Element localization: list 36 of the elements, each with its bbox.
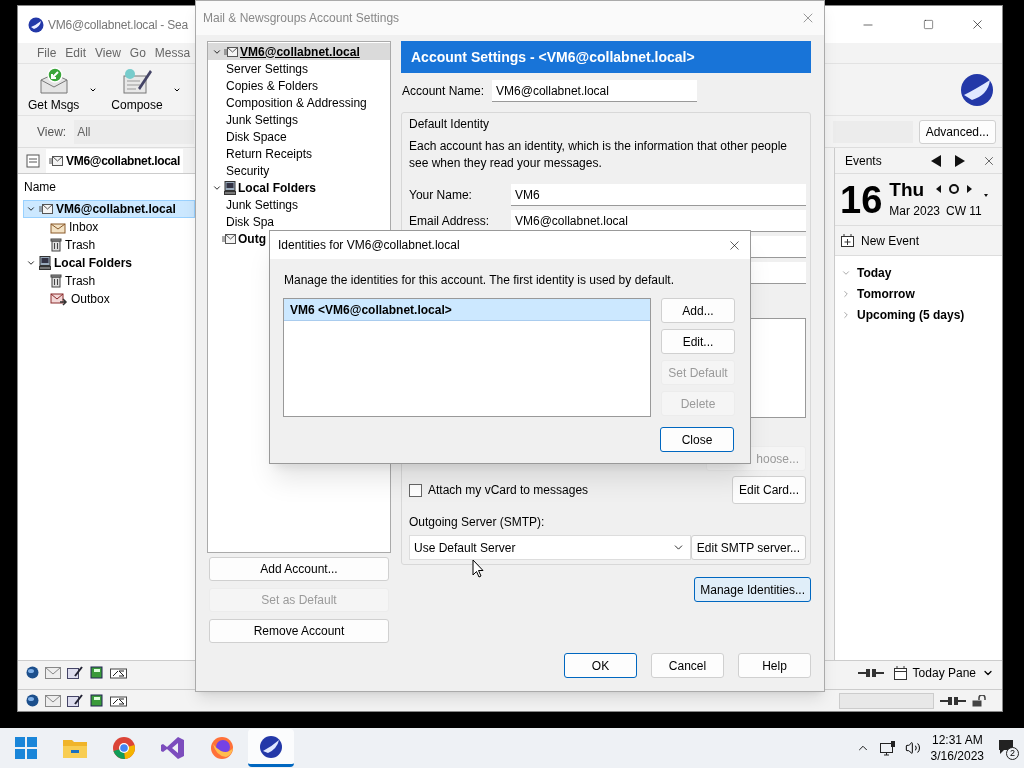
- folder-label: Local Folders: [54, 255, 133, 272]
- tree-label: Local Folders: [238, 179, 317, 197]
- window-title: VM6@collabnet.local - Sea: [48, 16, 188, 34]
- week-label: CW 11: [946, 202, 982, 220]
- dialog-title: Mail & Newsgroups Account Settings: [202, 10, 400, 27]
- month-label: Mar 2023: [889, 202, 940, 220]
- view-label: View:: [37, 123, 67, 141]
- identity-description: Each account has an identity, which is the information that other people see when they read your messages.: [409, 138, 788, 172]
- checkbox-label: Attach my vCard to messages: [428, 482, 589, 499]
- tree-label: Junk Settings: [226, 111, 299, 129]
- pane-title: Events: [845, 152, 882, 170]
- field-label: Email Address:: [409, 213, 491, 230]
- folder-label: Inbox: [69, 219, 99, 236]
- field-label: Outgoing Server (SMTP):: [409, 514, 546, 531]
- folder-label: Trash: [65, 237, 96, 254]
- day-number: 16: [840, 180, 883, 219]
- folder-label: Trash: [65, 273, 96, 290]
- tree-label: VM6@collabnet.local: [240, 43, 360, 61]
- folder-label: Outbox: [71, 291, 110, 308]
- tree-label: Server Settings: [226, 60, 309, 78]
- tree-label: Return Receipts: [226, 145, 313, 163]
- folder-label: VM6@collabnet.local: [56, 201, 176, 218]
- field-label: Your Name:: [409, 187, 473, 204]
- tree-label: Outg: [238, 230, 266, 248]
- tree-label: Composition & Addressing: [226, 94, 367, 112]
- dialog-description: Manage the identities for this account. The first identity is used by default.: [283, 272, 675, 289]
- tree-label: Disk Space: [226, 128, 287, 146]
- tree-label: Disk Spa: [226, 213, 275, 231]
- tree-label: Copies & Folders: [226, 77, 319, 95]
- weekday: Thu: [889, 179, 925, 199]
- dialog-title: Identities for VM6@collabnet.local: [277, 237, 460, 254]
- group-title: Default Identity: [409, 116, 491, 133]
- panel-header: Account Settings - <VM6@collabnet.local>: [401, 41, 811, 73]
- field-label: Account Name:: [402, 83, 485, 100]
- tree-label: Security: [226, 162, 270, 180]
- tree-label: Junk Settings: [226, 196, 299, 214]
